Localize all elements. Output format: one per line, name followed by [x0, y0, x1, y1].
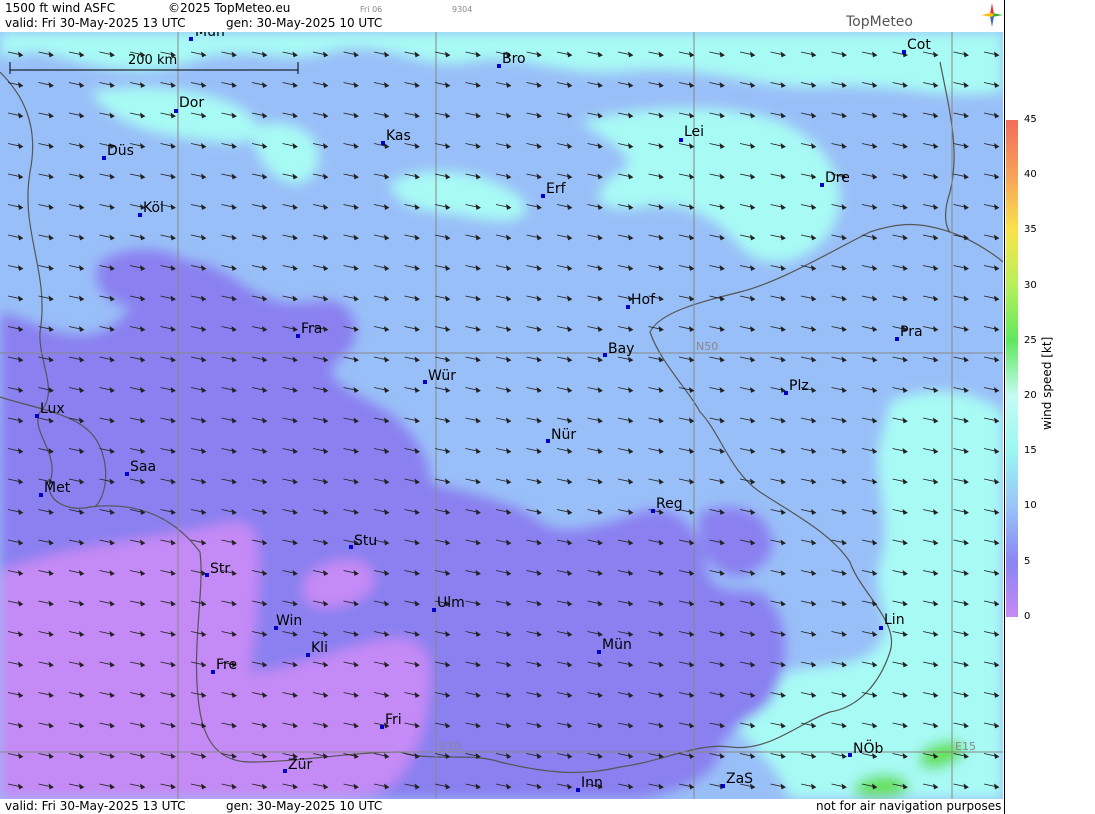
- city-bro: Bro: [497, 51, 526, 68]
- city-reg: Reg: [651, 496, 683, 513]
- svg-text:Wür: Wür: [428, 368, 456, 384]
- footer-valid-time: valid: Fri 30-May-2025 13 UTC: [5, 799, 186, 813]
- svg-text:Lux: Lux: [40, 401, 65, 417]
- city-mun: Mün: [597, 637, 632, 654]
- svg-text:Saa: Saa: [130, 459, 156, 475]
- grid-label-lat: N50: [696, 340, 718, 353]
- colorbar-tick-label: 5: [1024, 555, 1031, 567]
- valid-time: valid: Fri 30-May-2025 13 UTC: [5, 16, 186, 30]
- colorbar-tick-label: 20: [1024, 390, 1037, 401]
- city-win: Win: [274, 613, 302, 630]
- generated-time: gen: 30-May-2025 10 UTC: [226, 16, 383, 30]
- colorbar-title: wind speed [kt]: [1040, 336, 1054, 430]
- svg-text:Köl: Köl: [143, 200, 164, 216]
- city-kas: Kas: [381, 128, 411, 145]
- city-zur: Zür: [283, 757, 312, 773]
- svg-text:Cot: Cot: [907, 37, 931, 53]
- svg-text:Ulm: Ulm: [437, 595, 465, 611]
- city-dor: Dor: [174, 95, 204, 113]
- svg-text:Kas: Kas: [386, 128, 411, 144]
- city-wur: Wür: [423, 368, 456, 384]
- header-bar: 1500 ft wind ASFC ©2025 TopMeteo.eu Fri …: [0, 0, 1005, 32]
- city-bay: Bay: [603, 341, 634, 357]
- run-number: 9304: [452, 5, 473, 14]
- grid-label-lon-2: E15: [955, 740, 976, 753]
- city-pra: Pra: [895, 324, 923, 341]
- topmeteo-logo: TopMeteo: [846, 14, 913, 30]
- colorbar-tick-label: 10: [1024, 500, 1037, 512]
- city-mun-north: Mün: [189, 32, 225, 41]
- svg-text:Pra: Pra: [900, 324, 923, 340]
- colorbar-tick-label: 0: [1024, 610, 1031, 622]
- scale-label: 200 km: [128, 53, 177, 68]
- svg-text:Erf: Erf: [546, 181, 567, 197]
- city-dus: Düs: [102, 143, 134, 160]
- colorbar-tick-label: 25: [1024, 334, 1037, 346]
- svg-text:Hof: Hof: [631, 292, 656, 308]
- svg-text:Zür: Zür: [288, 757, 312, 773]
- svg-text:Lin: Lin: [884, 612, 905, 628]
- colorbar-tick-label: 30: [1024, 279, 1037, 291]
- svg-text:Met: Met: [44, 480, 71, 496]
- city-hof: Hof: [626, 292, 656, 309]
- city-nur: Nür: [546, 427, 576, 443]
- svg-text:Mün: Mün: [195, 32, 225, 40]
- svg-text:ZaS: ZaS: [726, 771, 753, 787]
- city-saa: Saa: [125, 459, 156, 476]
- svg-text:Fri: Fri: [385, 712, 402, 728]
- footer-generated-time: gen: 30-May-2025 10 UTC: [226, 799, 383, 813]
- run-code: Fri 06: [360, 5, 383, 14]
- svg-text:Str: Str: [210, 561, 230, 577]
- svg-text:Win: Win: [276, 613, 302, 629]
- colorbar-tick-label: 35: [1024, 224, 1037, 236]
- copyright-text: ©2025 TopMeteo.eu: [168, 1, 291, 15]
- svg-text:NÖb: NÖb: [853, 739, 883, 757]
- svg-text:Nür: Nür: [551, 427, 576, 443]
- svg-text:Dor: Dor: [179, 95, 204, 111]
- city-lux: Lux: [35, 401, 65, 418]
- grid-label-lon-1: E10: [440, 740, 461, 753]
- svg-text:Kli: Kli: [311, 640, 328, 656]
- svg-text:Inn: Inn: [581, 775, 603, 791]
- colorbar-tick-label: 45: [1024, 114, 1037, 125]
- disclaimer-text: not for air navigation purposes: [816, 799, 1002, 813]
- city-stu: Stu: [349, 533, 377, 549]
- svg-text:Dre: Dre: [825, 170, 850, 186]
- footer-bar: valid: Fri 30-May-2025 13 UTC gen: 30-Ma…: [0, 799, 1005, 814]
- city-met: Met: [39, 480, 71, 497]
- product-title: 1500 ft wind ASFC: [5, 1, 116, 15]
- wind-map: N50 E10 E15 200 km Mün Bro Cot Dor Kas L…: [0, 32, 1003, 799]
- svg-text:Bay: Bay: [608, 341, 634, 357]
- svg-text:Bro: Bro: [502, 51, 526, 67]
- city-cot: Cot: [902, 37, 931, 54]
- svg-text:Stu: Stu: [354, 533, 377, 549]
- svg-text:Fre: Fre: [216, 657, 237, 673]
- city-zas: ZaS: [721, 771, 753, 788]
- city-ulm: Ulm: [432, 595, 465, 612]
- svg-text:Lei: Lei: [684, 124, 704, 140]
- svg-text:Mün: Mün: [602, 637, 632, 653]
- city-inn: Inn: [576, 775, 603, 792]
- svg-text:Fra: Fra: [301, 321, 322, 337]
- colorbar-tick-label: 15: [1024, 445, 1037, 457]
- city-dre: Dre: [820, 170, 850, 187]
- colorbar-tick-label: 40: [1024, 169, 1037, 181]
- svg-text:Reg: Reg: [656, 496, 683, 512]
- colorbar: [1006, 120, 1018, 617]
- svg-text:Düs: Düs: [107, 143, 134, 159]
- city-nob: NÖb: [848, 739, 883, 757]
- svg-text:Plz: Plz: [789, 378, 809, 394]
- colorbar-gradient: [1006, 120, 1018, 617]
- compass-logo-icon: [981, 3, 1003, 27]
